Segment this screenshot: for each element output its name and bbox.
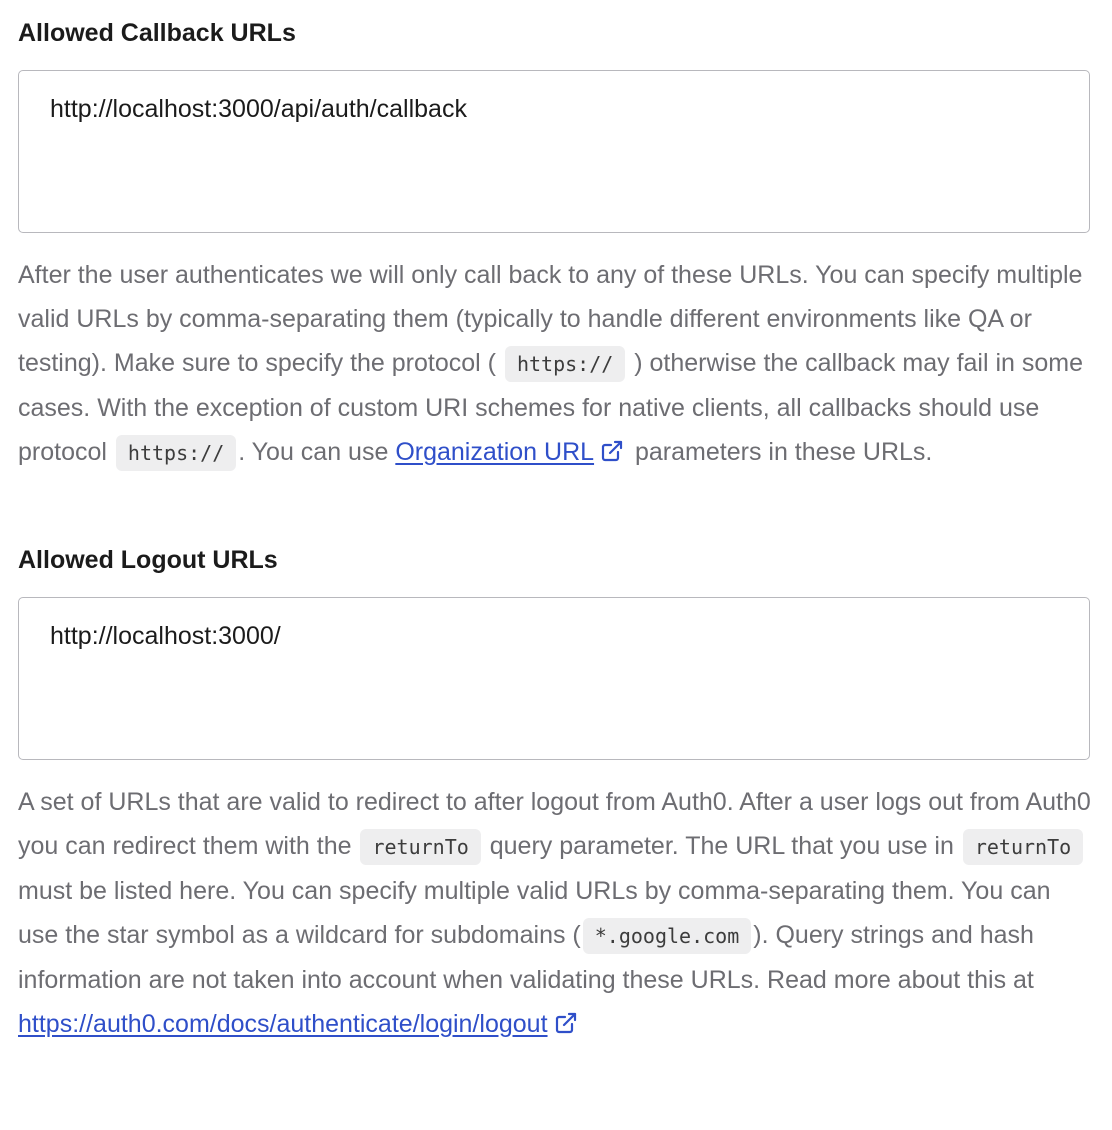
protocol-code: https:// (115, 435, 237, 471)
external-link-icon[interactable] (554, 1011, 578, 1035)
callback-urls-help: After the user authenticates we will onl… (18, 253, 1092, 475)
return-to-code: returnTo (360, 829, 481, 865)
callback-urls-input[interactable] (18, 70, 1090, 233)
logout-urls-help: A set of URLs that are valid to redirect… (18, 780, 1092, 1046)
callback-urls-label: Allowed Callback URLs (18, 19, 296, 47)
return-to-code: returnTo (962, 829, 1084, 865)
callback-help-text-4: parameters in these URLs. (635, 438, 933, 466)
callback-help-text-3: . You can use (238, 438, 389, 466)
protocol-code: https:// (504, 346, 626, 382)
logout-urls-input[interactable] (18, 597, 1090, 760)
logout-docs-link[interactable]: https://auth0.com/docs/authenticate/logi… (18, 1010, 548, 1038)
logout-help-text-2: query parameter. The URL that you use in (489, 832, 954, 860)
organization-url-link[interactable]: Organization URL (395, 438, 594, 466)
logout-urls-label: Allowed Logout URLs (18, 546, 278, 574)
application-urls-settings: Allowed Callback URLs After the user aut… (0, 0, 1112, 1046)
external-link-icon[interactable] (600, 439, 624, 463)
wildcard-domain-code: *.google.com (582, 918, 752, 954)
